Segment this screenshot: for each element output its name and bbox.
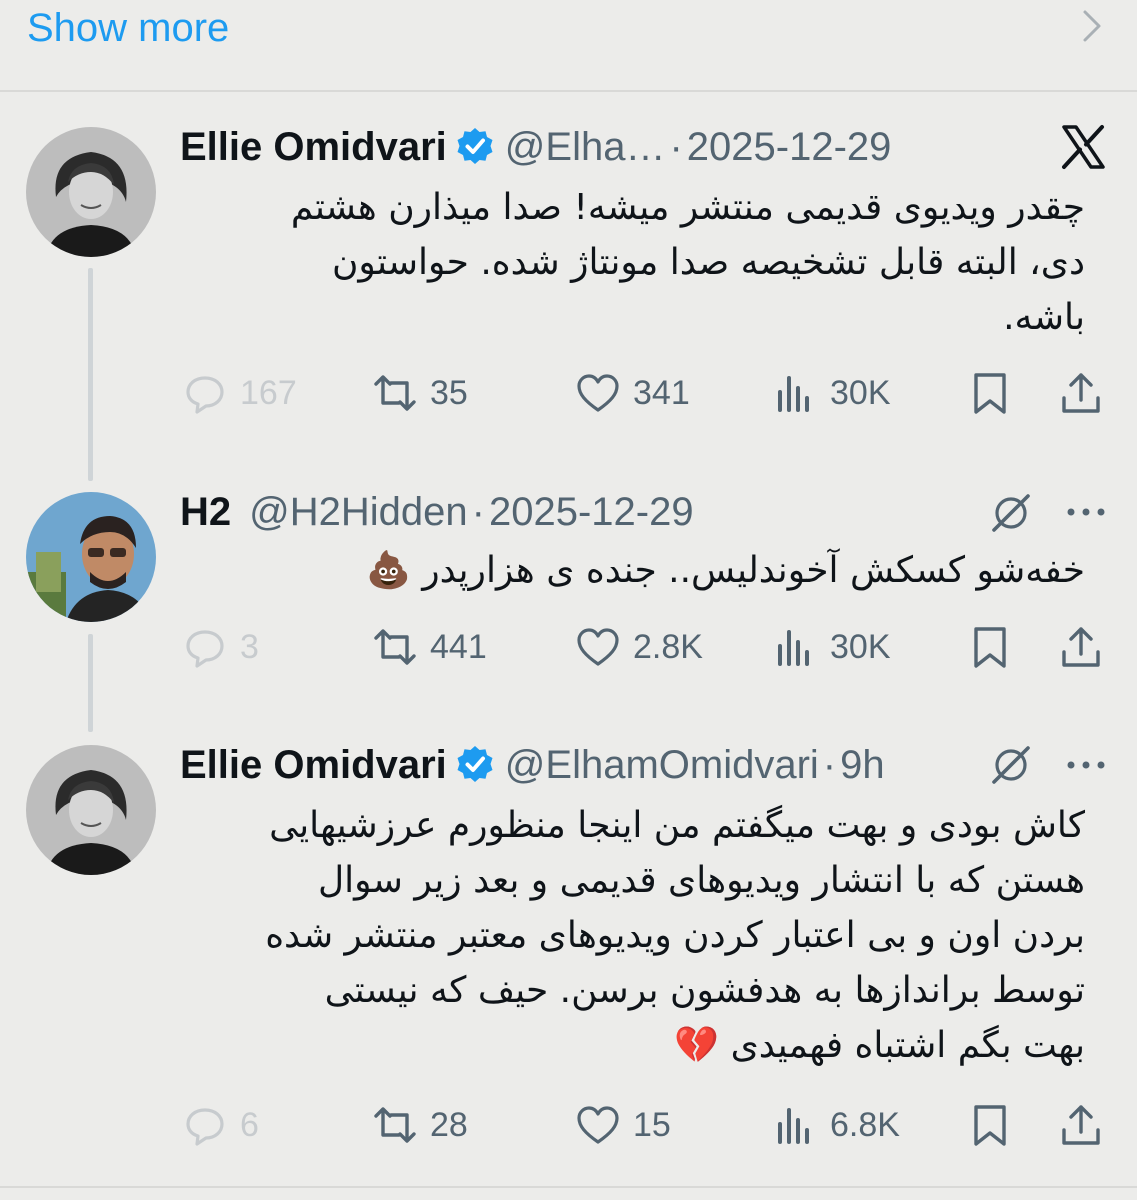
author-handle[interactable]: @ElhamOmidvari — [505, 743, 819, 787]
views-button[interactable]: 30K — [772, 622, 891, 672]
avatar[interactable] — [26, 745, 156, 875]
author-handle[interactable]: @Elha… — [505, 125, 666, 169]
divider — [0, 1186, 1137, 1188]
more-options-icon[interactable] — [1063, 497, 1109, 527]
repost-count: 441 — [430, 627, 487, 666]
views-count: 6.8K — [830, 1105, 900, 1144]
author-name[interactable]: Ellie Omidvari — [180, 125, 447, 169]
views-button[interactable]: 6.8K — [772, 1100, 900, 1150]
repost-button[interactable]: 35 — [372, 368, 468, 418]
bookmark-button[interactable] — [967, 1100, 1013, 1150]
tweet-text: کاش بودی و بهت میگفتم من اینجا منظورم عر… — [180, 798, 1085, 1073]
text-line: چقدر ویدیوی قدیمی منتشر میشه! صدا میذارن… — [290, 187, 1085, 228]
tweet-header: Ellie Omidvari @ElhamOmidvari · 9h — [180, 740, 885, 790]
author-handle[interactable]: @H2Hidden — [249, 490, 468, 534]
grok-icon[interactable] — [988, 490, 1034, 536]
x-logo-icon — [1062, 125, 1105, 169]
reply-count: 3 — [240, 627, 259, 666]
heart-icon — [577, 628, 619, 666]
like-count: 2.8K — [633, 627, 703, 666]
text-line: خفه‌شو کسکش آخوندلیس.. جنده ی هزارپدر 💩 — [365, 550, 1085, 591]
bookmark-icon — [974, 373, 1006, 414]
bookmark-icon — [974, 627, 1006, 668]
views-chart-icon — [778, 630, 809, 666]
heart-icon — [577, 374, 619, 412]
author-name[interactable]: H2 — [180, 490, 231, 534]
share-icon — [1062, 373, 1100, 413]
views-button[interactable]: 30K — [772, 368, 891, 418]
tweet-date[interactable]: 9h — [840, 743, 885, 787]
tweet-actions: 3 441 2.8K 30K — [0, 622, 1137, 672]
like-button[interactable]: 341 — [575, 368, 690, 418]
reply-icon — [186, 630, 224, 668]
repost-icon — [374, 1107, 416, 1143]
text-line: دی، البته قابل تشخیصه صدا مونتاژ شده. حو… — [331, 242, 1085, 283]
tweet-header: Ellie Omidvari @Elha… · 2025-12-29 — [180, 122, 891, 172]
show-more-row[interactable]: Show more — [0, 0, 1137, 92]
more-options-icon[interactable] — [1063, 750, 1109, 780]
show-more-link[interactable]: Show more — [27, 6, 229, 50]
avatar[interactable] — [26, 492, 156, 622]
bookmark-icon — [974, 1105, 1006, 1146]
tweet-date[interactable]: 2025-12-29 — [489, 490, 694, 534]
text-line: بهت بگم اشتباه فهمیدی 💔 — [674, 1025, 1085, 1066]
separator-dot: · — [822, 743, 837, 787]
text-line: باشه. — [1003, 297, 1085, 338]
chevron-right-icon — [1083, 10, 1101, 42]
share-button[interactable] — [1058, 622, 1104, 672]
reply-icon — [186, 1108, 224, 1146]
grok-icon[interactable] — [988, 742, 1034, 788]
tweet-actions: 6 28 15 6.8K — [0, 1100, 1137, 1150]
reply-button[interactable]: 6 — [182, 1100, 259, 1150]
separator-dot: · — [669, 125, 683, 169]
repost-count: 28 — [430, 1105, 468, 1144]
tweet-actions: 167 35 341 30K — [0, 368, 1137, 418]
reply-icon — [186, 376, 224, 414]
share-icon — [1062, 627, 1100, 667]
repost-button[interactable]: 28 — [372, 1100, 468, 1150]
repost-icon — [374, 375, 416, 411]
like-count: 341 — [633, 373, 690, 412]
author-name[interactable]: Ellie Omidvari — [180, 743, 447, 787]
views-count: 30K — [830, 627, 891, 666]
reply-count: 167 — [240, 373, 297, 412]
heart-icon — [577, 1106, 619, 1144]
repost-icon — [374, 629, 416, 665]
bookmark-button[interactable] — [967, 368, 1013, 418]
separator-dot: · — [471, 490, 485, 534]
views-chart-icon — [778, 1108, 809, 1144]
share-button[interactable] — [1058, 1100, 1104, 1150]
tweet-text: خفه‌شو کسکش آخوندلیس.. جنده ی هزارپدر 💩 — [180, 543, 1085, 598]
share-button[interactable] — [1058, 368, 1104, 418]
views-chart-icon — [778, 376, 809, 412]
reply-button[interactable]: 167 — [182, 368, 297, 418]
like-button[interactable]: 15 — [575, 1100, 671, 1150]
verified-badge-icon — [457, 128, 493, 164]
share-icon — [1062, 1105, 1100, 1145]
text-line: توسط براندازها به هدفشون برسن. حیف که نی… — [324, 970, 1085, 1011]
repost-count: 35 — [430, 373, 468, 412]
tweet-header: H2 @H2Hidden · 2025-12-29 — [180, 487, 694, 537]
reply-count: 6 — [240, 1105, 259, 1144]
views-count: 30K — [830, 373, 891, 412]
like-count: 15 — [633, 1105, 671, 1144]
repost-button[interactable]: 441 — [372, 622, 487, 672]
bookmark-button[interactable] — [967, 622, 1013, 672]
text-line: بردن اون و بی اعتبار کردن ویدیوهای معتبر… — [265, 915, 1085, 956]
tweet-text: چقدر ویدیوی قدیمی منتشر میشه! صدا میذارن… — [180, 180, 1085, 345]
tweet-date[interactable]: 2025-12-29 — [687, 125, 892, 169]
verified-badge-icon — [457, 746, 493, 782]
text-line: کاش بودی و بهت میگفتم من اینجا منظورم عر… — [269, 805, 1085, 846]
text-line: هستن که با انتشار ویدیوهای قدیمی و بعد ز… — [318, 860, 1085, 901]
reply-button[interactable]: 3 — [182, 622, 259, 672]
like-button[interactable]: 2.8K — [575, 622, 703, 672]
avatar[interactable] — [26, 127, 156, 257]
